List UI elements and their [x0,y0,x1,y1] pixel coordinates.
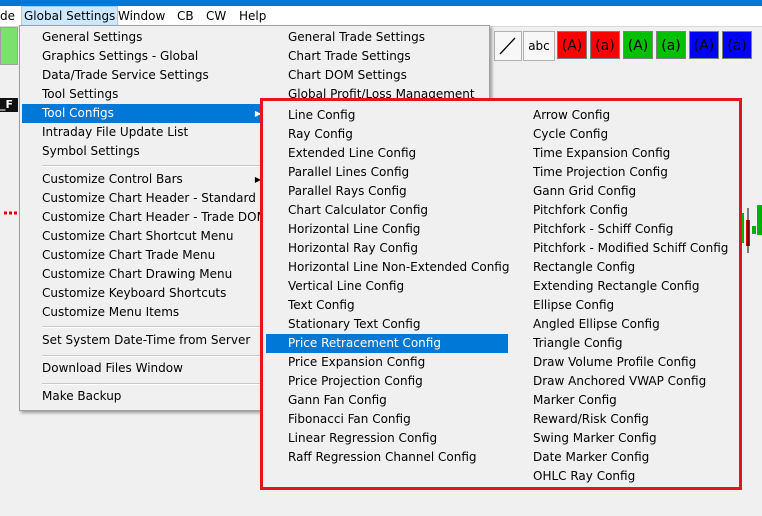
tool-config-fibonacci-fan-config[interactable]: Fibonacci Fan Config [266,410,508,429]
tool-config-ray-config[interactable]: Ray Config [266,125,508,144]
menu-item-customize-chart-header-standard[interactable]: Customize Chart Header - Standard [22,189,267,208]
tool-configs-submenu: Line Config Ray Config Extended Line Confi… [260,98,742,490]
menu-item-customize-chart-trade-menu[interactable]: Customize Chart Trade Menu [22,246,267,265]
menu-item-label: Make Backup [42,389,122,403]
tool-config-price-retracement-config[interactable]: Price Retracement Config [266,334,508,353]
tool-config-reward-risk-config[interactable]: Reward/Risk Config [511,410,739,429]
menu-item-label: Graphics Settings - Global [42,49,199,63]
tool-config-raff-regression-channel-config[interactable]: Raff Regression Channel Config [266,448,508,467]
menu-item-symbol-settings[interactable]: Symbol Settings [22,142,267,161]
menu-item-chart-dom-settings[interactable]: Chart DOM Settings [288,66,407,85]
menu-item-label: Customize Menu Items [42,305,180,319]
tool-config-horizontal-ray-config[interactable]: Horizontal Ray Config [266,239,508,258]
menu-item-label: General Settings [42,30,143,44]
line-tool-icon [499,37,516,55]
color-button-4[interactable]: (a) [656,31,686,59]
menu-item-graphics-settings-global[interactable]: Graphics Settings - Global [22,47,267,66]
menu-item-tool-settings[interactable]: Tool Settings [22,85,267,104]
color-button-6[interactable]: (a) [722,31,752,59]
menu-item-label: Intraday File Update List [42,125,189,139]
tool-config-draw-anchored-vwap-config[interactable]: Draw Anchored VWAP Config [511,372,739,391]
menu-item-general-settings[interactable]: General Settings [22,28,267,47]
menu-item-label: Customize Keyboard Shortcuts [42,286,227,300]
tool-config-text-config[interactable]: Text Config [266,296,508,315]
menu-item-label: Customize Chart Shortcut Menu [42,229,234,243]
menu-item-general-trade-settings[interactable]: General Trade Settings [288,28,425,47]
tool-config-triangle-config[interactable]: Triangle Config [511,334,739,353]
tool-config-price-expansion-config[interactable]: Price Expansion Config [266,353,508,372]
tool-config-gann-grid-config[interactable]: Gann Grid Config [511,182,739,201]
tool-config-swing-marker-config[interactable]: Swing Marker Config [511,429,739,448]
menu-item-download-files-window[interactable]: Download Files Window [22,359,267,378]
menu-item-tool-configs[interactable]: Tool Configs ▶ [22,104,267,123]
menu-trade[interactable]: de [0,7,17,25]
tool-config-pitchfork-modified-schiff-config[interactable]: Pitchfork - Modified Schiff Config [511,239,739,258]
menu-item-intraday-file-update-list[interactable]: Intraday File Update List [22,123,267,142]
tool-config-rectangle-config[interactable]: Rectangle Config [511,258,739,277]
tool-config-pitchfork-schiff-config[interactable]: Pitchfork - Schiff Config [511,220,739,239]
tool-config-price-projection-config[interactable]: Price Projection Config [266,372,508,391]
menu-help[interactable]: Help [237,7,268,25]
color-button-2[interactable]: (a) [590,31,620,59]
menu-item-label: Symbol Settings [42,144,140,158]
menu-item-label: Set System Date-Time from Server [42,333,251,347]
tool-config-chart-calculator-config[interactable]: Chart Calculator Config [266,201,508,220]
tool-config-time-expansion-config[interactable]: Time Expansion Config [511,144,739,163]
color-button-3[interactable]: (A) [623,31,653,59]
tool-config-linear-regression-config[interactable]: Linear Regression Config [266,429,508,448]
menu-item-label: Download Files Window [42,361,183,375]
draw-line-tool-button[interactable] [494,31,522,61]
menu-item-data-trade-service-settings[interactable]: Data/Trade Service Settings [22,66,267,85]
tool-config-angled-ellipse-config[interactable]: Angled Ellipse Config [511,315,739,334]
tool-config-time-projection-config[interactable]: Time Projection Config [511,163,739,182]
color-button-1[interactable]: (A) [557,31,587,59]
tool-config-extended-line-config[interactable]: Extended Line Config [266,144,508,163]
menu-item-label: Data/Trade Service Settings [42,68,209,82]
tool-config-extending-rectangle-config[interactable]: Extending Rectangle Config [511,277,739,296]
tool-config-horizontal-line-config[interactable]: Horizontal Line Config [266,220,508,239]
tool-config-parallel-lines-config[interactable]: Parallel Lines Config [266,163,508,182]
chart-symbol-label: _F [0,98,18,112]
menu-window[interactable]: Window [116,7,167,25]
tool-config-arrow-config[interactable]: Arrow Config [511,106,739,125]
menu-global-settings[interactable]: Global Settings [21,6,119,26]
menu-item-make-backup[interactable]: Make Backup [22,387,267,406]
menu-cw[interactable]: CW [204,7,228,25]
color-button-5[interactable]: (A) [689,31,719,59]
menu-bar: de Global Settings Window CB CW Help [0,6,762,27]
menu-item-label: Tool Settings [42,87,119,101]
tool-config-marker-config[interactable]: Marker Config [511,391,739,410]
menu-item-label: Customize Chart Header - Trade DOM [42,210,267,224]
menu-item-customize-chart-shortcut-menu[interactable]: Customize Chart Shortcut Menu [22,227,267,246]
menu-item-customize-control-bars[interactable]: Customize Control Bars ▶ [22,170,267,189]
toolbar-green-button[interactable] [0,27,18,65]
menu-item-label: Tool Configs [42,106,114,120]
tool-config-line-config[interactable]: Line Config [266,106,508,125]
menu-item-label: Customize Chart Header - Standard [42,191,256,205]
tool-config-pitchfork-config[interactable]: Pitchfork Config [511,201,739,220]
menu-item-chart-trade-settings[interactable]: Chart Trade Settings [288,47,411,66]
text-tool-button[interactable]: abc [523,31,555,61]
menu-item-customize-menu-items[interactable]: Customize Menu Items [22,303,267,322]
tool-config-vertical-line-config[interactable]: Vertical Line Config [266,277,508,296]
menu-item-customize-keyboard-shortcuts[interactable]: Customize Keyboard Shortcuts [22,284,267,303]
tool-config-parallel-rays-config[interactable]: Parallel Rays Config [266,182,508,201]
menu-item-customize-chart-header-trade-dom[interactable]: Customize Chart Header - Trade DOM [22,208,267,227]
tool-config-ohlc-ray-config[interactable]: OHLC Ray Config [511,467,739,486]
menu-item-label: Customize Chart Trade Menu [42,248,216,262]
menu-item-label: Customize Chart Drawing Menu [42,267,233,281]
menu-item-customize-chart-drawing-menu[interactable]: Customize Chart Drawing Menu [22,265,267,284]
menu-item-label: Customize Control Bars [42,172,183,186]
menu-item-set-system-date-time-from-server[interactable]: Set System Date-Time from Server [22,331,267,350]
tool-config-horizontal-line-non-extended-config[interactable]: Horizontal Line Non-Extended Config [266,258,509,277]
tool-config-date-marker-config[interactable]: Date Marker Config [511,448,739,467]
menu-cb[interactable]: CB [175,7,196,25]
tool-config-stationary-text-config[interactable]: Stationary Text Config [266,315,508,334]
tool-config-draw-volume-profile-config[interactable]: Draw Volume Profile Config [511,353,739,372]
tool-config-gann-fan-config[interactable]: Gann Fan Config [266,391,508,410]
tool-config-cycle-config[interactable]: Cycle Config [511,125,739,144]
tool-config-ellipse-config[interactable]: Ellipse Config [511,296,739,315]
